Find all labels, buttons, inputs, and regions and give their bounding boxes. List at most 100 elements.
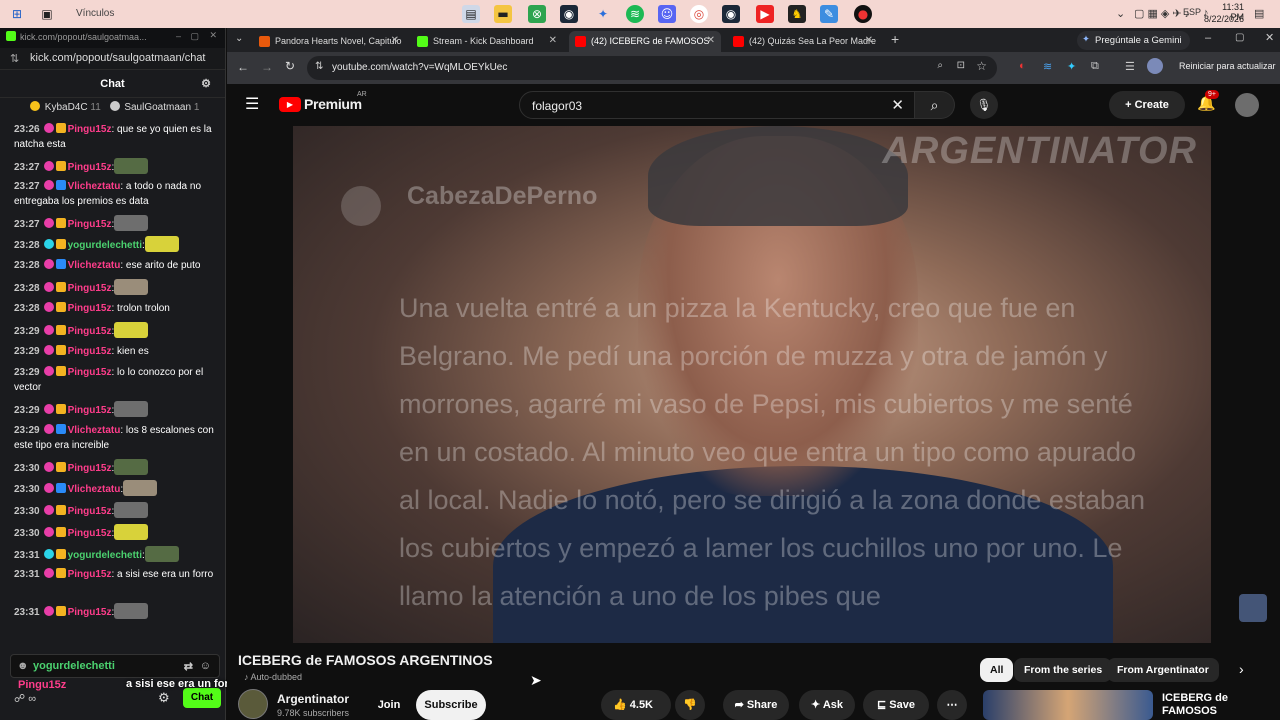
steam-icon-2[interactable]: ◉ <box>722 5 740 23</box>
message-username[interactable]: Vlicheztatu <box>68 484 121 495</box>
search-value[interactable]: folagor03 <box>532 99 582 113</box>
message-username[interactable]: Vlicheztatu <box>68 181 121 192</box>
tab-close-icon[interactable]: ✕ <box>707 35 715 46</box>
extensions-icon[interactable]: ⧉ <box>1091 60 1099 73</box>
create-button[interactable]: + Create <box>1109 91 1185 119</box>
vinculos-label[interactable]: Vínculos <box>76 8 114 19</box>
leader-1-name[interactable]: KybaD4C <box>45 102 88 113</box>
chrome-icon[interactable]: ◎ <box>690 5 708 23</box>
account-avatar[interactable] <box>1235 93 1259 117</box>
message-username[interactable]: Pingu15z <box>68 506 112 517</box>
site-info-icon[interactable]: ⇅ <box>10 52 19 65</box>
zoom-icon[interactable]: ⌕ <box>937 60 943 71</box>
app-icon-3[interactable]: ▶ <box>756 5 774 23</box>
message-username[interactable]: Vlicheztatu <box>68 260 121 271</box>
more-actions-button[interactable]: ⋯ <box>937 690 967 720</box>
xbox-icon[interactable]: ⊗ <box>528 5 546 23</box>
side-avatar[interactable] <box>1239 594 1267 622</box>
reading-list-icon[interactable]: ☰ <box>1125 60 1135 73</box>
voice-search-icon[interactable]: 🎙 <box>970 91 998 119</box>
message-username[interactable]: Pingu15z <box>68 219 112 230</box>
video-player[interactable]: ARGENTINATOR CabezaDePerno Una vuelta en… <box>293 126 1211 643</box>
minimize-icon[interactable]: – <box>176 31 181 41</box>
browser-tab[interactable]: Stream - Kick Dashboard ✕ <box>411 31 563 52</box>
spotify-icon[interactable]: ≋ <box>626 5 644 23</box>
browser-tab[interactable]: (42) Quizás Sea La Peor Madre ✕ <box>727 31 879 52</box>
search-button[interactable]: ⌕ <box>915 91 955 119</box>
extension-3-icon[interactable]: ✦ <box>1067 60 1076 73</box>
message-username[interactable]: yogurdelechetti <box>68 240 142 251</box>
task-view-icon[interactable]: ▣ <box>38 5 56 23</box>
chat-settings-icon[interactable]: ⚙ <box>201 70 211 98</box>
tray-icons[interactable]: ▢ ▦ ◈ ✈ ♪ <box>1134 7 1190 20</box>
browser-tab[interactable]: Pandora Hearts Novel, Capitulo ✕ <box>253 31 405 52</box>
address-url[interactable]: youtube.com/watch?v=WqMLOEYkUec <box>332 62 507 73</box>
reload-icon[interactable]: ↻ <box>285 59 295 73</box>
forward-icon[interactable]: → <box>261 60 273 74</box>
gemini-button[interactable]: ✦ Pregúntale a Gemini <box>1077 31 1190 50</box>
app-icon-1[interactable]: ▤ <box>462 5 480 23</box>
app-icon-4[interactable]: ♞ <box>788 5 806 23</box>
tray-chevron-icon[interactable]: ⌄ <box>1116 7 1125 20</box>
message-username[interactable]: Pingu15z <box>68 283 112 294</box>
restart-update-label[interactable]: Reiniciar para actualizar <box>1179 61 1276 71</box>
chip-all[interactable]: All <box>980 658 1014 682</box>
message-username[interactable]: Pingu15z <box>68 303 112 314</box>
message-username[interactable]: Vlicheztatu <box>68 425 121 436</box>
window-minimize-icon[interactable]: – <box>1205 32 1211 44</box>
join-button[interactable]: Join <box>367 690 411 720</box>
message-username[interactable]: Pingu15z <box>68 569 112 580</box>
bookmark-star-icon[interactable]: ☆ <box>976 59 987 73</box>
browser-tab[interactable]: (42) ICEBERG de FAMOSOS ✕ <box>569 31 721 52</box>
chips-next-icon[interactable]: › <box>1239 661 1244 677</box>
app-icon-5[interactable]: ✎ <box>820 5 838 23</box>
message-username[interactable]: Pingu15z <box>68 463 112 474</box>
app-icon-2[interactable]: ✦ <box>594 5 612 23</box>
message-username[interactable]: Pingu15z <box>68 346 112 357</box>
language-indicator[interactable]: ESP <box>1183 7 1201 17</box>
message-username[interactable]: yogurdelechetti <box>68 550 142 561</box>
clear-search-icon[interactable]: ✕ <box>891 96 904 114</box>
notifications-icon[interactable]: ▤ <box>1254 7 1264 20</box>
recommended-thumbnail[interactable] <box>983 690 1153 720</box>
tab-search-icon[interactable]: ⌄ <box>235 33 243 44</box>
chip-from-series[interactable]: From the series <box>1014 658 1113 682</box>
leader-2-name[interactable]: SaulGoatmaan <box>124 102 191 113</box>
chat-tools-icon[interactable]: ☍ ∞ <box>14 692 36 705</box>
message-username[interactable]: Pingu15z <box>68 405 112 416</box>
profile-avatar[interactable] <box>1147 58 1163 74</box>
address-bar[interactable]: ⇅ youtube.com/watch?v=WqMLOEYkUec ⌕ ⊡ ☆ <box>307 56 997 80</box>
extension-2-icon[interactable]: ≋ <box>1043 60 1052 73</box>
new-tab-button[interactable]: + <box>891 31 899 47</box>
chat-gear-icon[interactable]: ⚙ <box>158 690 170 706</box>
translate-icon[interactable]: ⇄ <box>184 660 193 673</box>
youtube-logo-icon[interactable]: ▶ <box>279 97 301 112</box>
tab-close-icon[interactable]: ✕ <box>549 35 557 46</box>
clock-date[interactable]: 8/22/2026 <box>1200 14 1244 24</box>
close-icon[interactable]: ✕ <box>209 30 217 41</box>
window-maximize-icon[interactable]: ▢ <box>1235 32 1244 43</box>
search-input[interactable]: folagor03 ✕ <box>519 91 915 119</box>
message-username[interactable]: Pingu15z <box>68 124 112 135</box>
maximize-icon[interactable]: ▢ <box>190 31 199 42</box>
file-explorer-icon[interactable]: ▬ <box>494 5 512 23</box>
like-button[interactable]: 👍 4.5K <box>601 690 671 720</box>
chip-from-channel[interactable]: From Argentinator <box>1107 658 1219 682</box>
message-username[interactable]: Pingu15z <box>68 367 112 378</box>
channel-name[interactable]: Argentinator <box>277 692 349 706</box>
channel-avatar[interactable] <box>238 689 268 719</box>
message-username[interactable]: Pingu15z <box>68 528 112 539</box>
youtube-premium-logo[interactable]: Premium <box>304 96 362 112</box>
tab-close-icon[interactable]: ✕ <box>391 35 399 46</box>
steam-icon[interactable]: ◉ <box>560 5 578 23</box>
window-close-icon[interactable]: ✕ <box>1265 31 1274 44</box>
message-username[interactable]: Pingu15z <box>68 607 112 618</box>
windows-start-icon[interactable]: ⊞ <box>8 5 26 23</box>
save-button[interactable]: ⊑ Save <box>863 690 929 720</box>
recommended-title[interactable]: ICEBERG de FAMOSOS <box>1162 692 1280 718</box>
dislike-button[interactable]: 👎 <box>675 690 705 720</box>
extension-1-icon[interactable]: ◐ <box>1019 60 1026 72</box>
install-icon[interactable]: ⊡ <box>957 60 965 71</box>
emoji-icon[interactable]: ☻ <box>17 660 29 672</box>
message-username[interactable]: Pingu15z <box>68 162 112 173</box>
